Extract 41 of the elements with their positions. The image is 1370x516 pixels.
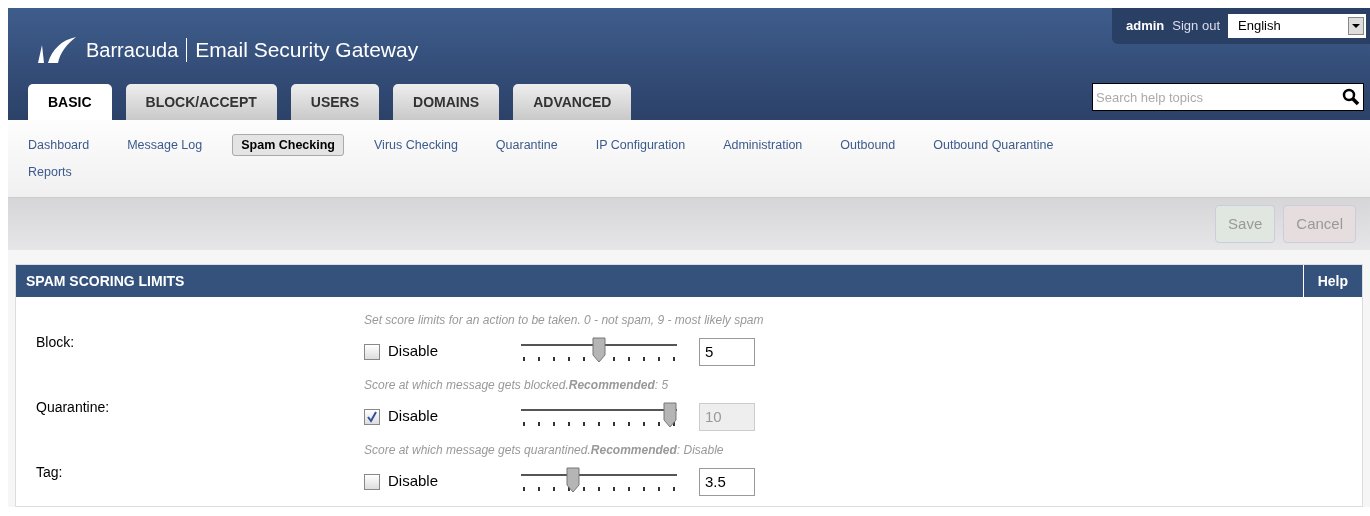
subnav-link[interactable]: Administration — [715, 134, 811, 156]
panel-title: SPAM SCORING LIMITS — [25, 271, 185, 291]
checkbox-label[interactable]: Disable — [388, 405, 439, 428]
subnav-link[interactable]: Reports — [20, 161, 80, 183]
hint-text: Set score limits for an action to be taken. 0 - not spam, 9 - most likely spam — [364, 312, 765, 327]
subnav-link[interactable]: Outbound Quarantine — [925, 134, 1062, 156]
hint-text: Score at which message gets quarantined.Recommended: Disable — [364, 442, 725, 457]
brand-name: Barracuda — [86, 37, 179, 63]
disable-checkbox[interactable] — [364, 343, 380, 360]
field-label: Block: — [35, 333, 76, 352]
disable-checkbox[interactable] — [364, 408, 380, 425]
field-label: Tag: — [35, 463, 64, 482]
nav-tab[interactable]: BLOCK/ACCEPT — [125, 84, 277, 120]
sign-out-link[interactable]: Sign out — [1172, 16, 1220, 36]
subnav-link[interactable]: Dashboard — [20, 134, 98, 156]
slider-thumb[interactable] — [663, 401, 677, 428]
nav-tab[interactable]: USERS — [290, 84, 380, 120]
help-link[interactable]: Help — [1302, 265, 1362, 297]
subnav-link[interactable]: Spam Checking — [232, 134, 344, 156]
nav-tab[interactable]: ADVANCED — [513, 84, 632, 120]
subnav-link[interactable]: Quarantine — [487, 134, 566, 156]
username: admin — [1126, 17, 1165, 36]
score-field[interactable]: 5 — [699, 337, 755, 366]
field-label: Quarantine: — [35, 398, 111, 417]
checkbox-label[interactable]: Disable — [388, 470, 439, 493]
slider-thumb[interactable] — [592, 336, 606, 363]
nav-tab[interactable]: BASIC — [28, 84, 112, 120]
checkbox-label[interactable]: Disable — [388, 340, 439, 363]
subnav-link[interactable]: Virus Checking — [366, 134, 466, 156]
check-icon — [366, 410, 378, 423]
hint-text: Score at which message gets blocked.Recommended: 5 — [364, 377, 670, 392]
search-icon[interactable] — [1342, 88, 1360, 106]
language-select[interactable]: English — [1228, 14, 1366, 38]
subnav-link[interactable]: IP Configuration — [587, 134, 694, 156]
disable-checkbox[interactable] — [364, 473, 380, 490]
product-name: Email Security Gateway — [195, 37, 419, 63]
subnav-link[interactable]: Outbound — [832, 134, 904, 156]
score-field[interactable]: 3.5 — [699, 467, 755, 496]
slider-thumb[interactable] — [566, 466, 581, 493]
subnav-link[interactable]: Message Log — [119, 134, 211, 156]
nav-tab[interactable]: DOMAINS — [393, 84, 500, 120]
